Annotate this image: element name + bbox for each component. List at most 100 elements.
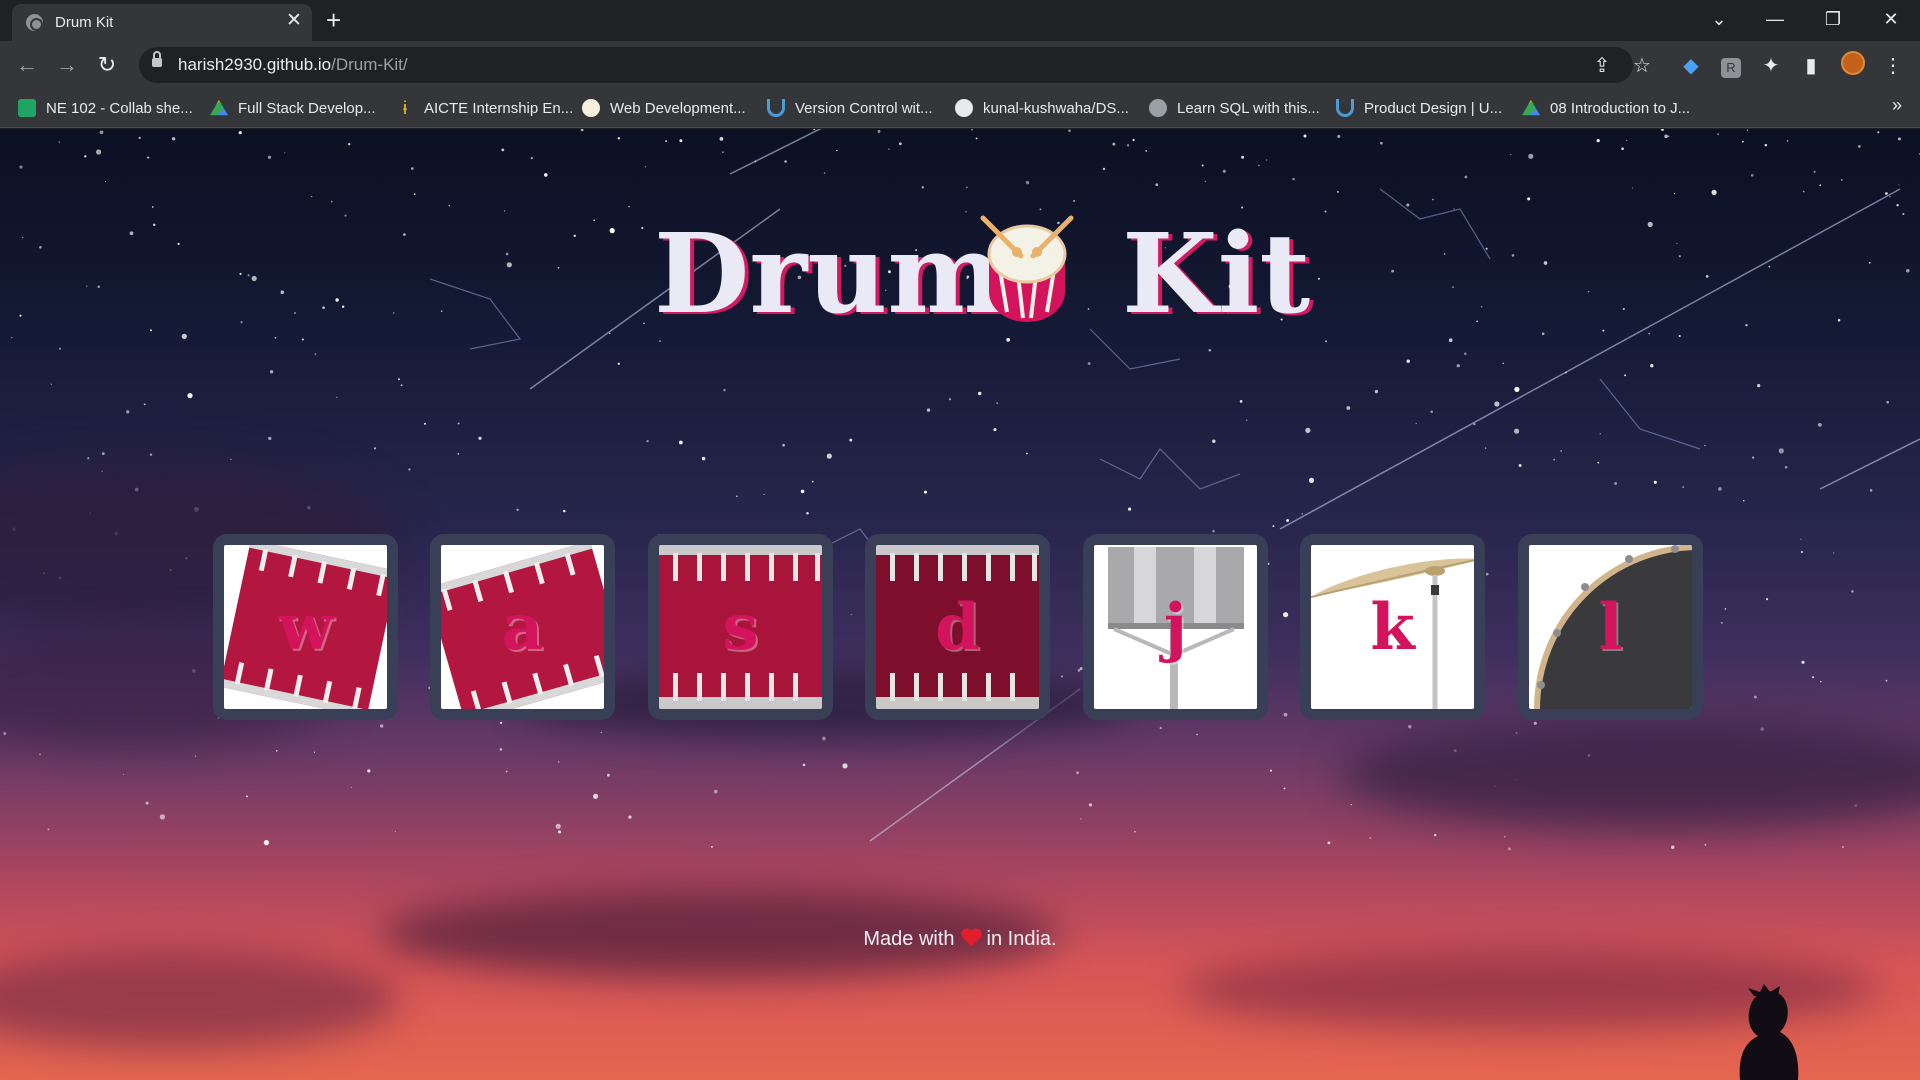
star — [1650, 364, 1654, 368]
star — [1857, 144, 1861, 148]
star — [1832, 552, 1835, 554]
back-button[interactable]: ← — [12, 50, 42, 80]
star — [1742, 499, 1745, 502]
tab-drum-kit[interactable]: Drum Kit ✕ — [12, 4, 312, 41]
forward-button[interactable]: → — [52, 50, 82, 80]
bookmark-star-icon[interactable]: ☆ — [1627, 51, 1657, 81]
page-title: Drum Kit — [0, 209, 1920, 339]
star — [19, 165, 23, 169]
url-host: harish2930.github.io — [178, 55, 332, 74]
drum-key-s[interactable]: s — [648, 534, 833, 720]
star — [99, 130, 104, 135]
drum-key-j[interactable]: j — [1083, 534, 1268, 720]
web-dev-icon — [582, 99, 600, 117]
new-tab-button[interactable]: + — [326, 5, 341, 35]
lock-icon[interactable] — [152, 51, 162, 67]
star — [926, 408, 931, 412]
tab-search-icon[interactable]: ⌄ — [1704, 4, 1734, 34]
extensions-puzzle-icon[interactable]: ✦ — [1756, 51, 1786, 81]
star — [505, 770, 508, 773]
star — [268, 436, 272, 441]
star — [50, 383, 53, 385]
bookmark-item[interactable]: 08 Introduction to J... — [1522, 89, 1690, 127]
menu-kebab-icon[interactable]: ⋮ — [1878, 51, 1908, 81]
star — [711, 846, 713, 848]
star — [1886, 401, 1889, 404]
star — [1208, 349, 1212, 352]
restore-button[interactable]: ❐ — [1818, 4, 1848, 34]
close-icon[interactable]: ✕ — [286, 11, 302, 31]
star — [145, 801, 149, 805]
drum-key-w[interactable]: w — [213, 534, 398, 720]
extension-r-icon[interactable]: R — [1716, 51, 1746, 81]
title-kit: Kit — [1122, 209, 1311, 338]
bookmark-item[interactable]: ɨ AICTE Internship En... — [396, 89, 573, 127]
bookmark-item[interactable]: Learn SQL with this... — [1149, 89, 1320, 127]
star — [1159, 727, 1162, 730]
window-close-button[interactable]: ✕ — [1876, 4, 1906, 34]
reload-button[interactable]: ↻ — [92, 50, 122, 80]
star — [993, 428, 997, 432]
bookmark-item[interactable]: NE 102 - Collab she... — [18, 89, 193, 127]
star — [563, 509, 566, 513]
star — [311, 196, 313, 198]
star — [230, 458, 232, 461]
bookmark-item[interactable]: Full Stack Develop... — [210, 89, 376, 127]
google-drive-icon — [1522, 99, 1540, 116]
star — [1599, 433, 1601, 435]
star — [701, 456, 706, 461]
drum-key-k[interactable]: k — [1300, 534, 1485, 720]
star — [1258, 164, 1260, 167]
star — [580, 129, 584, 132]
minimize-button[interactable]: — — [1760, 4, 1790, 34]
star — [996, 402, 999, 405]
page-viewport: Drum Kit w a s d j k l Made with in Indi… — [0, 129, 1920, 1080]
star — [499, 748, 503, 751]
star — [269, 370, 274, 374]
star — [888, 148, 890, 150]
star — [948, 398, 952, 401]
star — [923, 490, 928, 494]
bookmark-label: Full Stack Develop... — [238, 99, 376, 117]
drum-key-l[interactable]: l — [1518, 534, 1703, 720]
url-text[interactable]: harish2930.github.io/Drum-Kit/ — [178, 55, 408, 75]
bookmark-item[interactable]: kunal-kushwaha/DS... — [955, 89, 1129, 127]
bookmark-label: Learn SQL with this... — [1177, 99, 1320, 117]
star — [87, 457, 90, 460]
star — [977, 391, 982, 396]
bookmarks-overflow-icon[interactable]: » — [1892, 95, 1902, 116]
key-letter: d — [935, 589, 980, 665]
star — [1303, 134, 1307, 138]
star — [1624, 374, 1627, 377]
star — [1885, 679, 1888, 682]
star — [1527, 197, 1531, 201]
star — [314, 353, 317, 356]
bookmark-label: kunal-kushwaha/DS... — [983, 99, 1129, 117]
star — [679, 139, 683, 143]
star — [47, 828, 50, 831]
title-drum: Drum — [654, 209, 1004, 338]
star — [1704, 843, 1707, 846]
star — [1127, 507, 1132, 511]
share-icon[interactable]: ⇪ — [1587, 51, 1617, 81]
star — [1528, 153, 1534, 159]
heart-icon — [961, 929, 981, 947]
drum-key-image: w — [224, 545, 387, 709]
star — [555, 823, 561, 829]
bookmark-item[interactable]: Version Control wit... — [767, 89, 933, 127]
star — [836, 149, 838, 152]
bookmark-item[interactable]: Web Development... — [582, 89, 746, 127]
key-letter: l — [1598, 589, 1623, 665]
star — [1270, 769, 1272, 772]
side-panel-icon[interactable]: ▮ — [1796, 51, 1826, 81]
drum-key-d[interactable]: d — [865, 534, 1050, 720]
star — [1896, 203, 1899, 207]
profile-avatar[interactable] — [1838, 51, 1868, 81]
extension-bird-icon[interactable]: ◆ — [1676, 51, 1706, 81]
star — [1327, 841, 1331, 845]
star — [1336, 190, 1339, 193]
google-drive-icon — [210, 99, 228, 116]
bookmark-item[interactable]: Product Design | U... — [1336, 89, 1502, 127]
star — [1292, 177, 1295, 181]
drum-key-a[interactable]: a — [430, 534, 615, 720]
